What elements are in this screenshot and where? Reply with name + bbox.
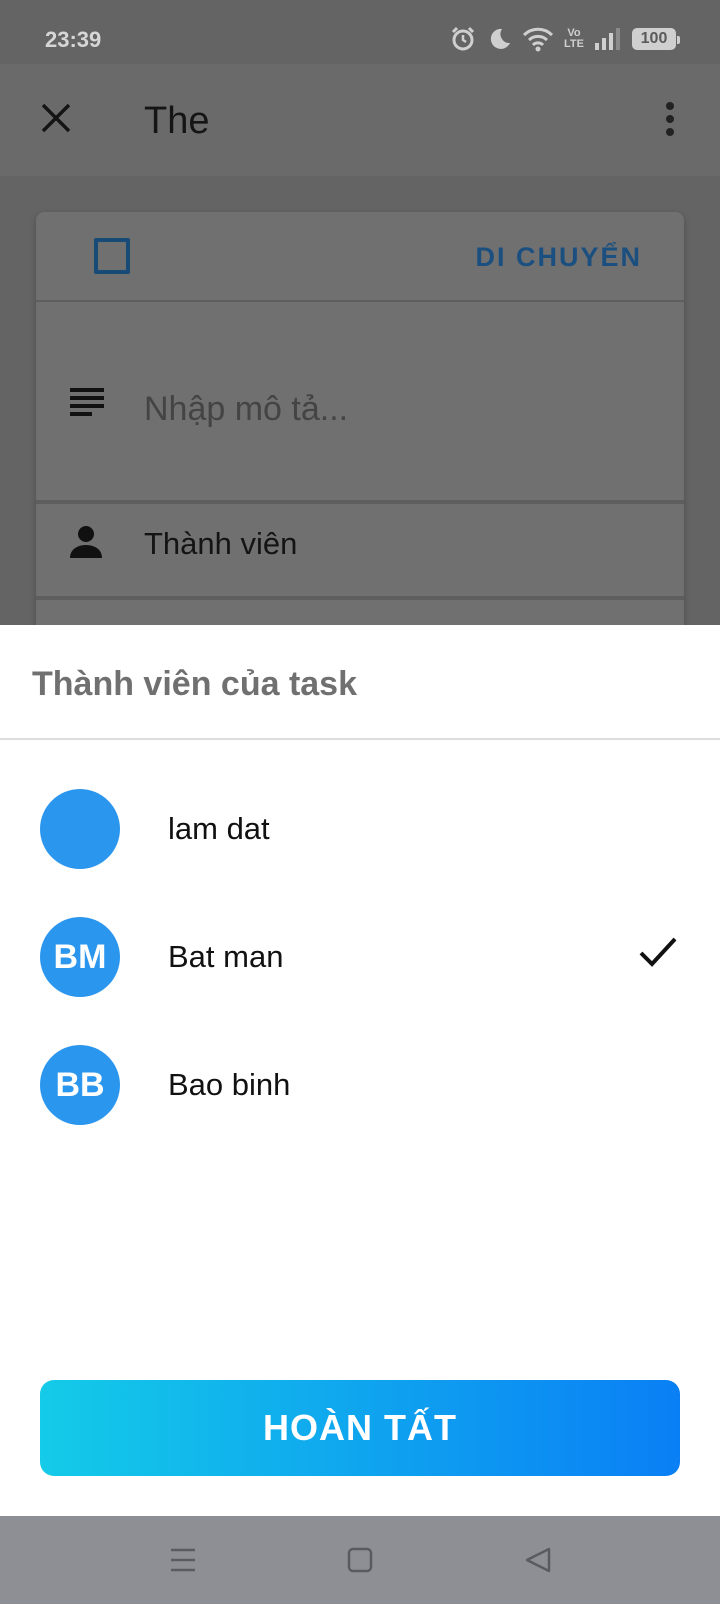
avatar: BM — [40, 917, 120, 997]
recents-button[interactable] — [161, 1538, 205, 1582]
avatar — [40, 789, 120, 869]
home-button[interactable] — [338, 1538, 382, 1582]
page-title: The — [144, 100, 210, 142]
status-icons: Vo LTE 100 — [450, 26, 680, 52]
divider — [0, 738, 720, 740]
signal-icon — [594, 27, 622, 51]
more-vert-icon — [666, 102, 674, 136]
status-bar: 23:39 Vo LTE 100 — [0, 0, 720, 64]
content-scrim: DI CHUYỂN Thành viên — [0, 176, 720, 652]
avatar: BB — [40, 1045, 120, 1125]
divider — [36, 596, 684, 600]
description-icon — [70, 388, 104, 423]
move-button[interactable]: DI CHUYỂN — [475, 242, 642, 273]
wifi-icon — [522, 26, 554, 52]
volte-icon: Vo LTE — [564, 28, 584, 50]
home-icon — [347, 1547, 373, 1573]
status-time: 23:39 — [45, 27, 102, 52]
back-button[interactable] — [516, 1538, 560, 1582]
member-name: lam dat — [168, 811, 270, 846]
navigation-bar — [0, 1516, 720, 1604]
sheet-title: Thành viên của task — [32, 665, 357, 703]
members-bottom-sheet: Thành viên của task lam dat BM Bat man B… — [0, 625, 720, 1516]
menu-icon — [171, 1548, 195, 1572]
more-options-button[interactable] — [650, 94, 690, 144]
moon-icon — [486, 26, 512, 52]
back-icon — [525, 1547, 551, 1573]
app-bar: The — [0, 64, 720, 176]
alarm-icon — [450, 26, 476, 52]
description-row — [36, 302, 684, 488]
member-name: Bao binh — [168, 1067, 291, 1102]
close-button[interactable] — [30, 92, 82, 144]
task-card: DI CHUYỂN Thành viên — [36, 212, 684, 652]
member-item-lam-dat[interactable]: lam dat — [0, 779, 720, 879]
check-icon — [638, 935, 678, 974]
battery-level: 100 — [640, 30, 668, 47]
member-item-bao-binh[interactable]: BB Bao binh — [0, 1035, 720, 1135]
volte-line2: LTE — [564, 38, 584, 50]
members-row[interactable]: Thành viên — [36, 504, 684, 596]
description-input[interactable] — [144, 390, 624, 429]
battery-icon: 100 — [632, 28, 680, 50]
member-name: Bat man — [168, 939, 284, 974]
person-icon — [68, 524, 104, 565]
task-checkbox[interactable] — [94, 238, 130, 274]
done-button[interactable]: HOÀN TẤT — [40, 1380, 680, 1476]
members-label: Thành viên — [144, 526, 298, 561]
close-icon — [41, 103, 71, 133]
member-item-bat-man[interactable]: BM Bat man — [0, 907, 720, 1007]
